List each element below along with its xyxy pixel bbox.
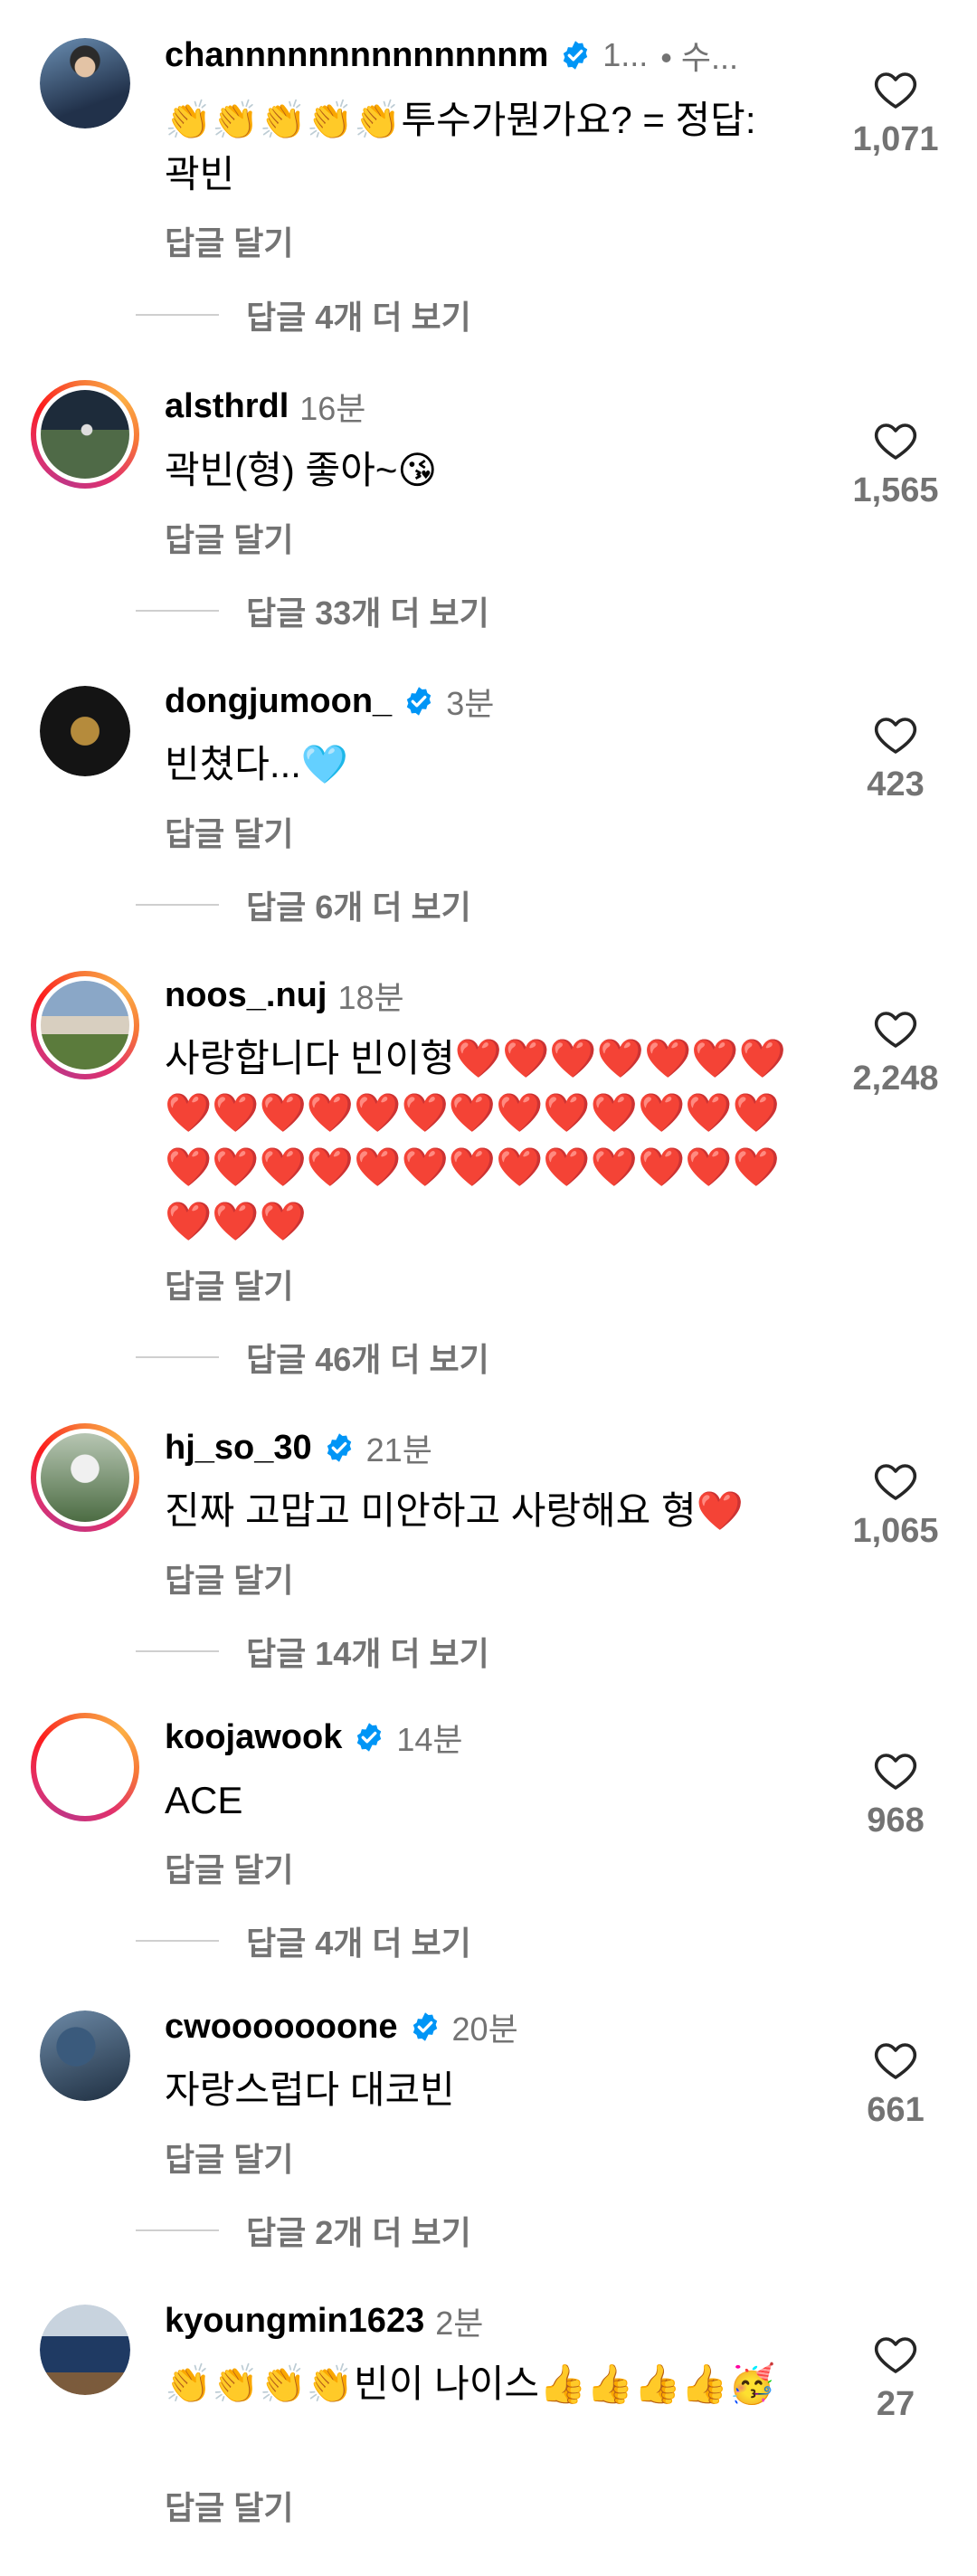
divider-line bbox=[136, 610, 219, 612]
heart-icon[interactable] bbox=[874, 70, 917, 109]
view-more-replies-label: 답글 14개 더 보기 bbox=[246, 1635, 489, 1672]
comment-text: ACE bbox=[165, 1779, 243, 1821]
username[interactable]: kyoungmin1623 bbox=[165, 2302, 424, 2341]
like-count: 1,565 bbox=[852, 471, 939, 509]
like-button[interactable]: 1,071 bbox=[841, 70, 950, 159]
view-more-replies[interactable]: 답글 4개 더 보기 bbox=[136, 1918, 471, 1963]
avatar[interactable] bbox=[31, 380, 139, 489]
reply-button[interactable]: 답글 달기 bbox=[165, 2482, 293, 2529]
verified-badge-icon bbox=[559, 39, 592, 71]
comment-time: 16분 bbox=[299, 390, 366, 427]
like-count: 1,065 bbox=[852, 1512, 939, 1550]
view-more-replies[interactable]: 답글 14개 더 보기 bbox=[136, 1629, 489, 1674]
heart-icon[interactable] bbox=[874, 421, 917, 461]
like-count: 27 bbox=[876, 2385, 915, 2423]
heart-icon[interactable] bbox=[874, 1461, 917, 1501]
divider-line bbox=[136, 1940, 219, 1942]
comment-time: 14분 bbox=[396, 1721, 463, 1758]
like-count: 1,071 bbox=[852, 120, 939, 158]
avatar[interactable] bbox=[31, 1423, 139, 1532]
view-more-replies-label: 답글 46개 더 보기 bbox=[246, 1341, 489, 1378]
username[interactable]: hj_so_30 bbox=[165, 1429, 312, 1468]
comment-text: 👏👏👏👏👏투수가뭔가요? = 정답:곽빈 bbox=[165, 99, 756, 195]
like-button[interactable]: 423 bbox=[841, 715, 950, 804]
avatar[interactable] bbox=[40, 2305, 130, 2395]
view-more-replies[interactable]: 답글 4개 더 보기 bbox=[136, 292, 471, 337]
like-count: 423 bbox=[867, 765, 925, 803]
divider-line bbox=[136, 1356, 219, 1358]
comment-text: 진짜 고맙고 미안하고 사랑해요 형❤️ bbox=[165, 1489, 744, 1532]
like-count: 968 bbox=[867, 1801, 925, 1839]
heart-icon[interactable] bbox=[874, 1009, 917, 1049]
comment-time: 3분 bbox=[446, 685, 495, 722]
heart-icon[interactable] bbox=[874, 1751, 917, 1791]
view-more-replies[interactable]: 답글 2개 더 보기 bbox=[136, 2208, 471, 2253]
verified-badge-icon bbox=[403, 685, 435, 718]
username[interactable]: koojawook bbox=[165, 1718, 342, 1757]
divider-line bbox=[136, 1650, 219, 1652]
heart-icon[interactable] bbox=[874, 2040, 917, 2080]
username[interactable]: channnnnnnnnnnnnnm bbox=[165, 36, 548, 75]
divider-line bbox=[136, 2229, 219, 2231]
like-button[interactable]: 27 bbox=[841, 2334, 950, 2424]
verified-badge-icon bbox=[323, 1431, 356, 1464]
comment-time: 21분 bbox=[365, 1431, 432, 1469]
avatar[interactable] bbox=[40, 38, 130, 128]
like-button[interactable]: 1,565 bbox=[841, 421, 950, 510]
heart-icon[interactable] bbox=[874, 715, 917, 755]
like-count: 2,248 bbox=[852, 1060, 939, 1098]
view-more-replies-label: 답글 4개 더 보기 bbox=[246, 1925, 471, 1962]
username[interactable]: noos_.nuj bbox=[165, 976, 327, 1015]
divider-line bbox=[136, 904, 219, 906]
comment-text: 👏👏👏👏빈이 나이스👍👍👍👍🥳 bbox=[165, 2362, 776, 2405]
like-count: 661 bbox=[867, 2091, 925, 2129]
username[interactable]: dongjumoon_ bbox=[165, 682, 392, 721]
view-more-replies-label: 답글 2개 더 보기 bbox=[246, 2214, 471, 2251]
heart-icon[interactable] bbox=[874, 2334, 917, 2374]
comment-time: 2분 bbox=[435, 2305, 484, 2342]
like-button[interactable]: 968 bbox=[841, 1751, 950, 1840]
avatar[interactable] bbox=[40, 686, 130, 776]
comment-text: 빈쳤다...🩵 bbox=[165, 743, 349, 785]
reply-button[interactable]: 답글 달기 bbox=[165, 1554, 293, 1602]
reply-button[interactable]: 답글 달기 bbox=[165, 808, 293, 855]
comment-text: 자랑스럽다 대코빈 bbox=[165, 2068, 455, 2111]
reply-button[interactable]: 답글 달기 bbox=[165, 514, 293, 561]
reply-button[interactable]: 답글 달기 bbox=[165, 2134, 293, 2181]
verified-badge-icon bbox=[353, 1721, 385, 1754]
avatar[interactable] bbox=[31, 971, 139, 1079]
like-button[interactable]: 1,065 bbox=[841, 1461, 950, 1551]
reply-button[interactable]: 답글 달기 bbox=[165, 1260, 293, 1307]
avatar[interactable] bbox=[31, 1713, 139, 1821]
like-button[interactable]: 661 bbox=[841, 2040, 950, 2130]
username[interactable]: alsthrdl bbox=[165, 387, 289, 426]
username[interactable]: cwooooooone bbox=[165, 2008, 398, 2047]
view-more-replies[interactable]: 답글 33개 더 보기 bbox=[136, 588, 489, 633]
view-more-replies[interactable]: 답글 6개 더 보기 bbox=[136, 882, 471, 927]
comment-extra: • 수... bbox=[660, 39, 738, 76]
reply-button[interactable]: 답글 달기 bbox=[165, 217, 293, 264]
comment-time: 1... bbox=[602, 36, 649, 73]
reply-button[interactable]: 답글 달기 bbox=[165, 1844, 293, 1891]
comment-time: 18분 bbox=[337, 979, 404, 1016]
divider-line bbox=[136, 314, 219, 316]
verified-badge-icon bbox=[409, 2010, 441, 2043]
view-more-replies-label: 답글 4개 더 보기 bbox=[246, 299, 471, 336]
comment-text: 사랑합니다 빈이형❤️❤️❤️❤️❤️❤️❤️❤️❤️❤️❤️❤️❤️❤️❤️❤… bbox=[165, 1037, 786, 1242]
view-more-replies-label: 답글 33개 더 보기 bbox=[246, 594, 489, 632]
view-more-replies[interactable]: 답글 46개 더 보기 bbox=[136, 1335, 489, 1380]
view-more-replies-label: 답글 6개 더 보기 bbox=[246, 889, 471, 926]
avatar[interactable] bbox=[40, 2010, 130, 2101]
comment-time: 20분 bbox=[451, 2010, 518, 2048]
comment-text: 곽빈(형) 좋아~😘 bbox=[165, 449, 438, 491]
like-button[interactable]: 2,248 bbox=[841, 1009, 950, 1098]
